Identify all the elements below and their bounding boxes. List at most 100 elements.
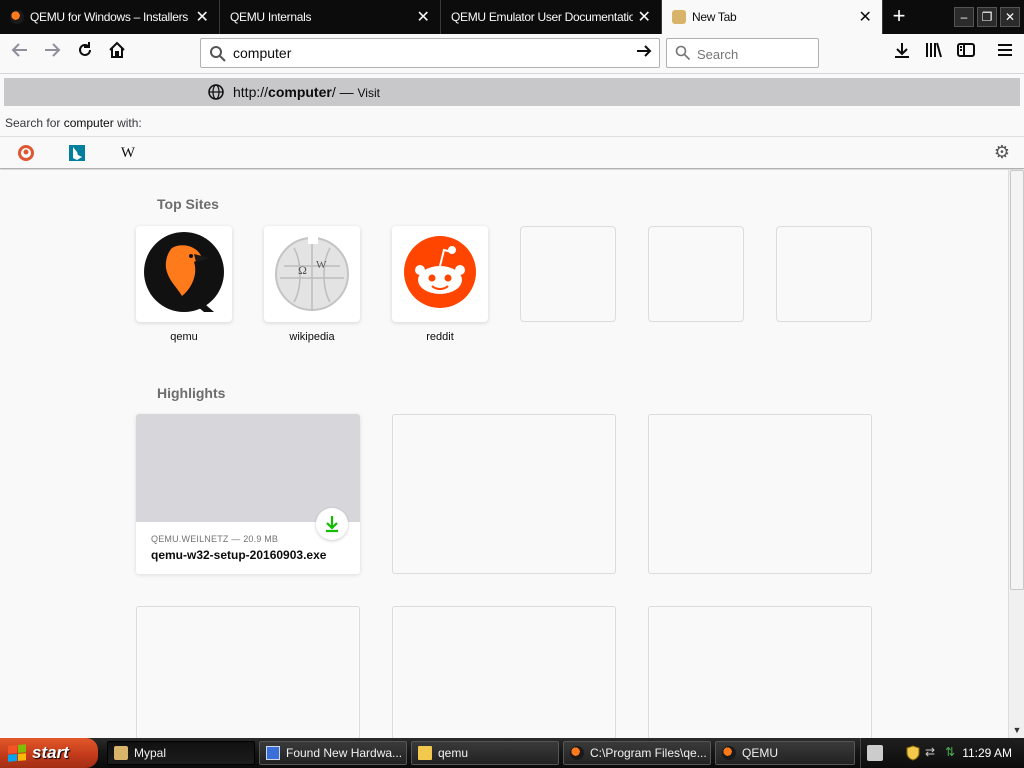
url-input[interactable] (233, 43, 623, 63)
url-bar[interactable] (200, 38, 660, 68)
search-bar[interactable] (666, 38, 819, 68)
folder-icon (418, 746, 432, 760)
highlight-thumbnail (136, 414, 360, 522)
top-site-wikipedia[interactable]: Ω W (264, 226, 360, 322)
highlight-placeholder (648, 606, 872, 738)
close-icon[interactable]: ✕ (191, 7, 213, 27)
tab-label: QEMU Internals (230, 10, 312, 24)
hamburger-menu-icon (998, 44, 1012, 56)
window-close-button[interactable]: ✕ (1000, 7, 1020, 27)
highlight-placeholder (648, 414, 872, 574)
reload-icon (79, 42, 91, 56)
taskbar-item-qemu-folder[interactable]: qemu (411, 741, 559, 765)
tab-qemu-internals[interactable]: QEMU Internals ✕ (220, 0, 441, 34)
taskbar-item-program-files[interactable]: C:\Program Files\qe... (563, 741, 711, 765)
search-icon (209, 45, 227, 66)
menu-button[interactable] (991, 40, 1019, 68)
highlights-heading: Highlights (157, 385, 226, 401)
taskbar-item-label: Mypal (134, 746, 167, 760)
tab-label: QEMU Emulator User Documentation (451, 10, 633, 24)
highlight-placeholder (392, 414, 616, 574)
tab-strip: QEMU for Windows – Installers (64 bit) ✕… (0, 0, 1024, 34)
top-site-reddit[interactable] (392, 226, 488, 322)
forward-button[interactable] (38, 40, 66, 68)
highlight-card-download[interactable]: QEMU.WEILNETZ — 20.9 MB qemu-w32-setup-2… (136, 414, 360, 574)
top-site-label: wikipedia (289, 331, 335, 343)
taskbar-item-qemu[interactable]: QEMU (715, 741, 855, 765)
windows-taskbar: start Mypal Found New Hardwa... qemu C:\… (0, 738, 1024, 768)
close-icon[interactable]: ✕ (633, 7, 655, 27)
security-shield-icon[interactable] (905, 745, 921, 761)
system-tray: ⇄ ⇅ 11:29 AM (860, 738, 1024, 768)
download-icon (326, 516, 338, 533)
sidebar-icon (957, 43, 975, 57)
new-tab-button[interactable]: + (884, 0, 914, 34)
duckduckgo-icon[interactable] (16, 143, 36, 163)
one-off-search-engines: W ⚙ (0, 136, 1024, 166)
tab-qemu-installers[interactable]: QEMU for Windows – Installers (64 bit) ✕ (0, 0, 220, 34)
taskbar-item-label: C:\Program Files\qe... (590, 746, 707, 760)
highlight-placeholder (392, 606, 616, 738)
mypal-bird-icon (672, 10, 686, 24)
taskbar-item-label: qemu (438, 746, 469, 760)
top-site-placeholder (520, 226, 616, 322)
start-button[interactable]: start (0, 738, 98, 768)
top-site-label: reddit (426, 331, 454, 343)
sidebar-button[interactable] (952, 40, 980, 68)
svg-text:W: W (316, 259, 327, 271)
reddit-logo-icon (404, 236, 476, 308)
globe-icon (208, 84, 224, 103)
windows-logo-icon (8, 744, 26, 762)
search-for-label: Search for computer with: (5, 116, 142, 130)
restore-button[interactable]: ❐ (977, 7, 997, 27)
home-button[interactable] (103, 40, 131, 68)
tab-label: New Tab (692, 10, 737, 24)
home-icon (109, 41, 125, 58)
library-button[interactable] (920, 40, 948, 68)
taskbar-item-mypal[interactable]: Mypal (107, 741, 255, 765)
highlight-placeholder (136, 606, 360, 738)
network-icon[interactable]: ⇄ (925, 745, 941, 761)
wikipedia-globe-icon: Ω W (275, 236, 349, 311)
visit-label: Visit (357, 86, 380, 100)
qemu-icon (722, 746, 736, 760)
url-suggestion-row[interactable]: http://computer/ — Visit (4, 78, 1020, 106)
url-autocomplete-popup: http://computer/ — Visit Search for comp… (0, 74, 1024, 169)
taskbar-item-found-hardware[interactable]: Found New Hardwa... (259, 741, 407, 765)
forward-arrow-icon (45, 43, 61, 57)
close-icon[interactable]: ✕ (412, 7, 434, 27)
minimize-button[interactable]: – (954, 7, 974, 27)
taskbar-item-label: Found New Hardwa... (286, 746, 403, 760)
keyboard-icon[interactable] (867, 745, 883, 761)
reload-button[interactable] (71, 40, 99, 68)
go-arrow-icon[interactable] (635, 42, 653, 65)
back-arrow-icon (11, 43, 27, 57)
suggestion-text: http://computer/ — Visit (233, 84, 380, 100)
tab-new-tab[interactable]: New Tab ✕ (662, 0, 883, 34)
mypal-bird-icon (114, 746, 128, 760)
taskbar-item-label: QEMU (742, 746, 778, 760)
qemu-icon (10, 10, 24, 24)
top-site-placeholder (776, 226, 872, 322)
window-icon (266, 746, 280, 760)
scroll-down-arrow-icon[interactable]: ▼ (1010, 722, 1024, 738)
highlight-meta: QEMU.WEILNETZ — 20.9 MB (151, 534, 279, 544)
new-tab-page: Top Sites qemu Ω W wikipedia reddit High… (0, 170, 1008, 738)
gear-icon[interactable]: ⚙ (994, 142, 1010, 163)
vertical-scrollbar[interactable]: ▼ (1008, 170, 1024, 738)
close-icon[interactable]: ✕ (854, 7, 876, 27)
top-sites-heading: Top Sites (157, 196, 219, 212)
tab-qemu-docs[interactable]: QEMU Emulator User Documentation ✕ (441, 0, 662, 34)
downloads-button[interactable] (888, 40, 916, 68)
bing-icon[interactable] (67, 143, 87, 163)
search-input[interactable] (697, 44, 812, 64)
safely-remove-icon[interactable]: ⇅ (945, 745, 961, 761)
library-icon (926, 42, 942, 58)
back-button[interactable] (6, 40, 34, 68)
scrollbar-thumb[interactable] (1010, 170, 1024, 590)
wikipedia-icon[interactable]: W (118, 143, 138, 163)
start-label: start (32, 743, 69, 762)
top-site-qemu[interactable] (136, 226, 232, 322)
search-icon (675, 45, 691, 64)
top-site-label: qemu (170, 331, 198, 343)
